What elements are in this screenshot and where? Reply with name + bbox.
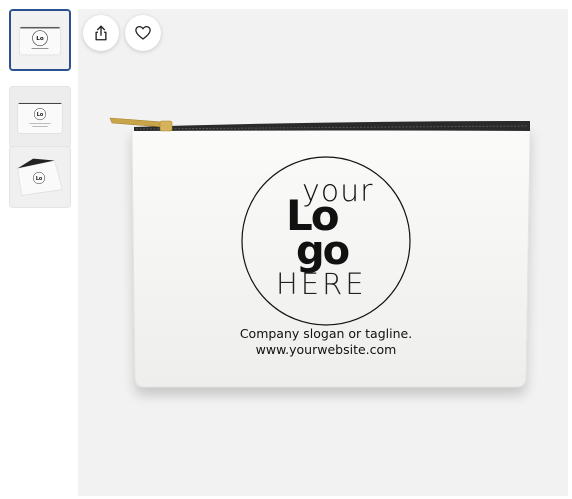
svg-text:Lo: Lo [36, 176, 43, 182]
thumbnail-front[interactable]: Lo [9, 9, 71, 71]
thumbnail-open[interactable]: Lo [9, 146, 71, 208]
thumbnail-back[interactable]: Lo [9, 86, 71, 148]
share-button[interactable] [83, 15, 119, 51]
pouch-front-thumbnail-image: Lo [11, 11, 69, 69]
share-icon [95, 25, 107, 41]
heart-icon [135, 25, 151, 40]
main-product-image: your Lo go HERE Company slogan or taglin… [78, 9, 568, 496]
svg-text:Lo: Lo [36, 36, 44, 42]
pouch-back-thumbnail-image: Lo [10, 87, 70, 147]
svg-text:Lo: Lo [37, 112, 44, 118]
pouch-open-thumbnail-image: Lo [10, 147, 70, 207]
product-slogan: Company slogan or tagline. [239, 326, 413, 341]
logo-text-go: go [296, 228, 350, 274]
logo-text-here: HERE [276, 267, 367, 301]
product-gallery: Lo Lo Lo your Lo go HERE Company slogan … [0, 0, 572, 499]
product-website: www.yourwebsite.com [255, 342, 397, 357]
favorite-button[interactable] [125, 15, 161, 51]
